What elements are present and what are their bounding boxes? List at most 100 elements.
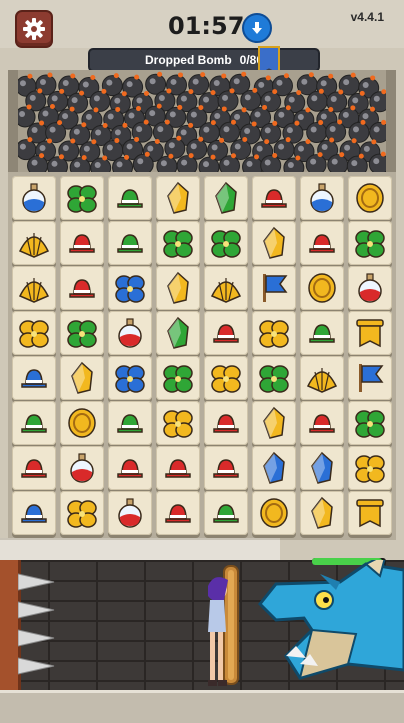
tile-coin-yellow[interactable] bbox=[252, 491, 296, 535]
coin-yellow-icon bbox=[308, 273, 336, 303]
tile-crystal-yellow[interactable] bbox=[60, 356, 104, 400]
stone-ledge bbox=[0, 538, 280, 562]
tile-flag-blue[interactable] bbox=[348, 356, 392, 400]
tile-leaf-yellow[interactable] bbox=[60, 491, 104, 535]
tile-hat-red[interactable] bbox=[300, 401, 344, 445]
hat-green-icon bbox=[213, 504, 239, 523]
tile-hat-green[interactable] bbox=[108, 401, 152, 445]
leaf-green-icon bbox=[355, 410, 385, 438]
tile-potion-blue[interactable] bbox=[300, 176, 344, 220]
leaf-green-icon bbox=[259, 365, 289, 393]
potion-blue-icon bbox=[310, 183, 334, 213]
tile-shell-yellow[interactable] bbox=[204, 266, 248, 310]
tile-leaf-yellow[interactable] bbox=[156, 401, 200, 445]
flag-blue-icon bbox=[359, 364, 384, 392]
tile-crystal-green[interactable] bbox=[156, 311, 200, 355]
tile-leaf-green[interactable] bbox=[348, 401, 392, 445]
hat-green-icon bbox=[117, 414, 143, 433]
shell-yellow-icon bbox=[210, 278, 242, 303]
tile-hat-blue[interactable] bbox=[12, 356, 56, 400]
tile-crystal-blue[interactable] bbox=[252, 446, 296, 490]
tile-leaf-yellow[interactable] bbox=[12, 311, 56, 355]
crystal-blue-icon bbox=[311, 451, 333, 484]
leaf-green-icon bbox=[355, 230, 385, 258]
tile-hat-red[interactable] bbox=[60, 266, 104, 310]
tile-crystal-yellow[interactable] bbox=[252, 221, 296, 265]
tile-crystal-yellow[interactable] bbox=[300, 491, 344, 535]
tile-hat-green[interactable] bbox=[108, 221, 152, 265]
tile-hat-blue[interactable] bbox=[12, 491, 56, 535]
tile-leaf-blue[interactable] bbox=[108, 356, 152, 400]
hat-green-icon bbox=[309, 324, 335, 343]
tile-crystal-yellow[interactable] bbox=[252, 401, 296, 445]
hat-green-icon bbox=[21, 414, 47, 433]
tile-leaf-green[interactable] bbox=[252, 356, 296, 400]
tile-potion-blue[interactable] bbox=[12, 176, 56, 220]
potion-red-icon bbox=[358, 273, 382, 303]
heroine-icon bbox=[208, 565, 239, 686]
tile-flag-blue[interactable] bbox=[252, 266, 296, 310]
tile-hat-red[interactable] bbox=[12, 446, 56, 490]
leaf-green-icon bbox=[163, 230, 193, 258]
tile-potion-red[interactable] bbox=[108, 311, 152, 355]
tile-shell-yellow[interactable] bbox=[12, 266, 56, 310]
tile-potion-red[interactable] bbox=[108, 491, 152, 535]
tile-hat-red[interactable] bbox=[204, 446, 248, 490]
potion-red-icon bbox=[118, 498, 142, 528]
hat-blue-icon bbox=[21, 369, 47, 388]
leaf-green-icon bbox=[67, 185, 97, 213]
tile-hat-red[interactable] bbox=[60, 221, 104, 265]
tile-leaf-yellow[interactable] bbox=[348, 446, 392, 490]
tile-hat-green[interactable] bbox=[12, 401, 56, 445]
tile-leaf-green[interactable] bbox=[204, 221, 248, 265]
tile-hat-red[interactable] bbox=[156, 446, 200, 490]
tile-leaf-green[interactable] bbox=[60, 311, 104, 355]
tile-shell-yellow[interactable] bbox=[300, 356, 344, 400]
banner-yellow-icon bbox=[356, 499, 384, 528]
tile-coin-yellow[interactable] bbox=[300, 266, 344, 310]
tile-coin-yellow[interactable] bbox=[348, 176, 392, 220]
potion-red-icon bbox=[70, 453, 94, 483]
tile-leaf-blue[interactable] bbox=[108, 266, 152, 310]
crystal-yellow-icon bbox=[263, 406, 285, 439]
tile-potion-red[interactable] bbox=[60, 446, 104, 490]
tile-hat-red[interactable] bbox=[252, 176, 296, 220]
tile-leaf-yellow[interactable] bbox=[204, 356, 248, 400]
gear-icon bbox=[23, 18, 45, 40]
leaf-yellow-icon bbox=[67, 500, 97, 528]
tile-potion-red[interactable] bbox=[348, 266, 392, 310]
tile-leaf-green[interactable] bbox=[348, 221, 392, 265]
tile-leaf-green[interactable] bbox=[60, 176, 104, 220]
tile-hat-red[interactable] bbox=[204, 401, 248, 445]
tile-banner-yellow[interactable] bbox=[348, 491, 392, 535]
leaf-green-icon bbox=[67, 320, 97, 348]
countdown-timer: 01:57 bbox=[168, 12, 245, 40]
tile-hat-green[interactable] bbox=[300, 311, 344, 355]
tile-crystal-yellow[interactable] bbox=[156, 176, 200, 220]
tile-hat-red[interactable] bbox=[156, 491, 200, 535]
hat-red-icon bbox=[309, 414, 335, 433]
tile-crystal-blue[interactable] bbox=[300, 446, 344, 490]
settings-button[interactable] bbox=[15, 10, 53, 48]
tile-leaf-green[interactable] bbox=[156, 356, 200, 400]
tile-hat-red[interactable] bbox=[300, 221, 344, 265]
dragon-icon bbox=[257, 560, 404, 680]
tile-banner-yellow[interactable] bbox=[348, 311, 392, 355]
tile-crystal-green[interactable] bbox=[204, 176, 248, 220]
leaf-yellow-icon bbox=[259, 320, 289, 348]
coin-yellow-icon bbox=[356, 183, 384, 213]
hat-red-icon bbox=[213, 414, 239, 433]
tile-hat-red[interactable] bbox=[108, 446, 152, 490]
tile-hat-green[interactable] bbox=[204, 491, 248, 535]
tile-hat-green[interactable] bbox=[108, 176, 152, 220]
hat-red-icon bbox=[165, 459, 191, 478]
flag-blue-icon bbox=[263, 274, 288, 302]
tile-hat-red[interactable] bbox=[204, 311, 248, 355]
tile-crystal-yellow[interactable] bbox=[156, 266, 200, 310]
down-arrow-icon bbox=[242, 13, 272, 43]
tile-coin-yellow[interactable] bbox=[60, 401, 104, 445]
leaf-yellow-icon bbox=[211, 365, 241, 393]
tile-leaf-green[interactable] bbox=[156, 221, 200, 265]
tile-leaf-yellow[interactable] bbox=[252, 311, 296, 355]
tile-shell-yellow[interactable] bbox=[12, 221, 56, 265]
